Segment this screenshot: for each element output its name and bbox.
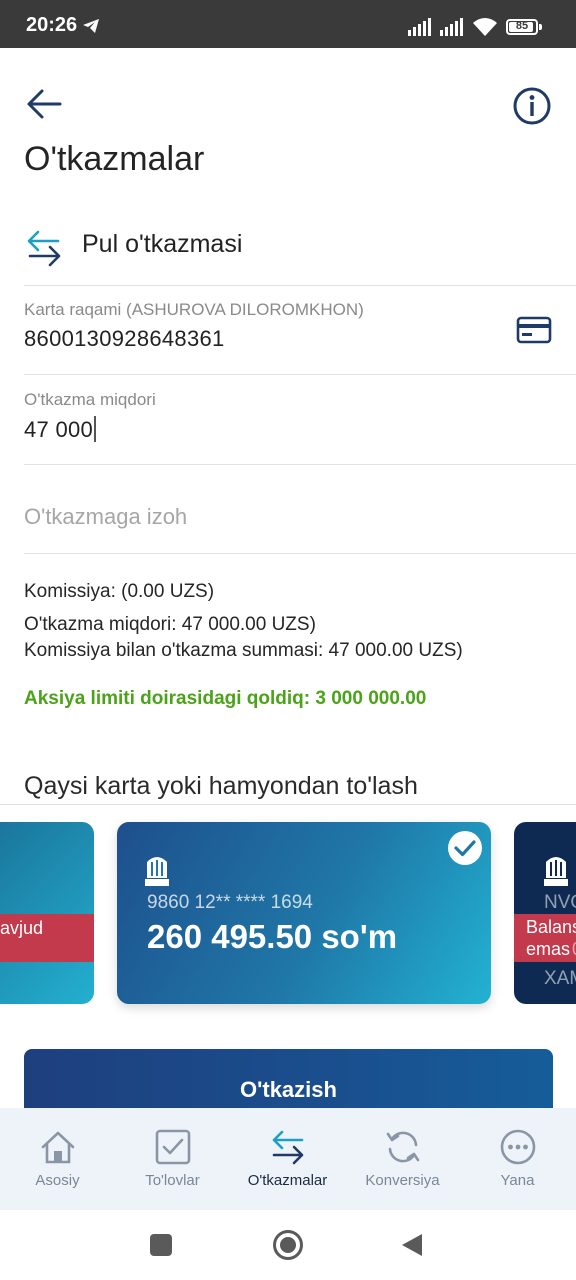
screen: 20:26 85 O'tkazmalar Pul o'tkazmasi Kart… [0, 0, 576, 1280]
divider [0, 804, 576, 805]
signal-icon-2 [440, 18, 463, 36]
amount-value: 47 000 [24, 417, 94, 442]
transfer-icon [272, 1130, 304, 1165]
divider [24, 285, 576, 286]
payment-card-next[interactable]: NVO Balans emas0 XAM [514, 822, 576, 1004]
transfer-amount-text: O'tkazma miqdori: 47 000.00 UZS) [24, 614, 316, 635]
nav-label-tolovlar: To'lovlar [145, 1172, 200, 1189]
total-with-commission-text: Komissiya bilan o'tkazma summasi: 47 000… [24, 640, 463, 661]
amount-label: O'tkazma miqdori [24, 390, 156, 409]
bottom-nav: Asosiy To'lovlar O'tkazmalar Konversiya … [0, 1108, 576, 1210]
commission-text: Komissiya: (0.00 UZS) [24, 581, 215, 602]
divider [24, 374, 576, 375]
status-time: 20:26 [26, 14, 78, 36]
more-icon [500, 1129, 536, 1165]
home-icon [41, 1131, 75, 1164]
submit-label: O'tkazish [240, 1077, 337, 1102]
card-status-text: avjud [0, 918, 44, 938]
wifi-icon [473, 18, 497, 36]
nav-label-otkazmalar: O'tkazmalar [247, 1172, 328, 1189]
promo-limit-text: Aksiya limiti doirasidagi qoldiq: 3 000 … [24, 688, 427, 709]
refresh-icon [386, 1131, 420, 1163]
card-status-band: avjud [0, 914, 94, 962]
card-masked-number: 9860 12** **** 1694 [147, 892, 313, 913]
checkbox-icon [155, 1129, 191, 1165]
nav-item-konversiya[interactable]: Konversiya [345, 1108, 460, 1210]
nav-label-yana: Yana [500, 1172, 535, 1189]
transfer-icon [27, 230, 61, 267]
telegram-icon [83, 19, 99, 33]
payment-card-selected[interactable]: 9860 12** **** 1694 260 495.50 so'm [117, 822, 491, 1004]
section-title: Pul o'tkazmasi [82, 230, 243, 258]
nav-item-yana[interactable]: Yana [460, 1108, 575, 1210]
card-status-overlay: 0 [572, 939, 576, 959]
status-bar: 20:26 85 [0, 0, 576, 48]
divider [24, 464, 576, 465]
text-caret [94, 416, 97, 442]
credit-card-icon[interactable] [516, 316, 552, 344]
signal-icon [408, 18, 431, 36]
back-button[interactable] [400, 1232, 424, 1258]
card-status-band: Balans emas0 [514, 914, 576, 962]
card-holder-text: NVO [544, 892, 576, 913]
nav-item-tolovlar[interactable]: To'lovlar [115, 1108, 230, 1210]
comment-input[interactable]: O'tkazmaga izoh [24, 504, 187, 530]
card-number-input[interactable]: 8600130928648361 [24, 326, 225, 352]
card-status-line1: Balans [526, 917, 576, 937]
nav-item-otkazmalar[interactable]: O'tkazmalar [230, 1108, 345, 1210]
nav-label-asosiy: Asosiy [35, 1172, 80, 1189]
battery-level: 85 [515, 20, 529, 32]
card-number-label: Karta raqami (ASHUROVA DILOROMKHON) [24, 300, 364, 319]
nbu-logo-icon [544, 857, 568, 886]
nav-label-konversiya: Konversiya [365, 1172, 440, 1189]
pay-from-heading: Qaysi karta yoki hamyondan to'lash [24, 772, 418, 800]
card-balance: 260 495.50 so'm [147, 918, 398, 955]
nav-item-asosiy[interactable]: Asosiy [0, 1108, 115, 1210]
amount-input[interactable]: 47 000 [24, 416, 97, 443]
recents-button[interactable] [150, 1234, 172, 1256]
home-button[interactable] [272, 1229, 304, 1261]
system-nav-bar [0, 1210, 576, 1280]
card-name-text: XAM [544, 968, 576, 989]
divider [24, 553, 576, 554]
page-title: O'tkazmalar [24, 140, 205, 178]
info-icon[interactable] [512, 86, 552, 126]
payment-card-prev[interactable]: avjud [0, 822, 94, 1004]
card-status-line2-text: emas [526, 939, 571, 959]
check-circle-icon [448, 831, 482, 865]
battery-icon: 85 [506, 19, 538, 35]
battery-nub [539, 24, 542, 30]
nbu-logo-icon [145, 857, 169, 886]
card-status-line2: emas0 [526, 938, 576, 960]
back-arrow-icon[interactable] [24, 86, 64, 122]
